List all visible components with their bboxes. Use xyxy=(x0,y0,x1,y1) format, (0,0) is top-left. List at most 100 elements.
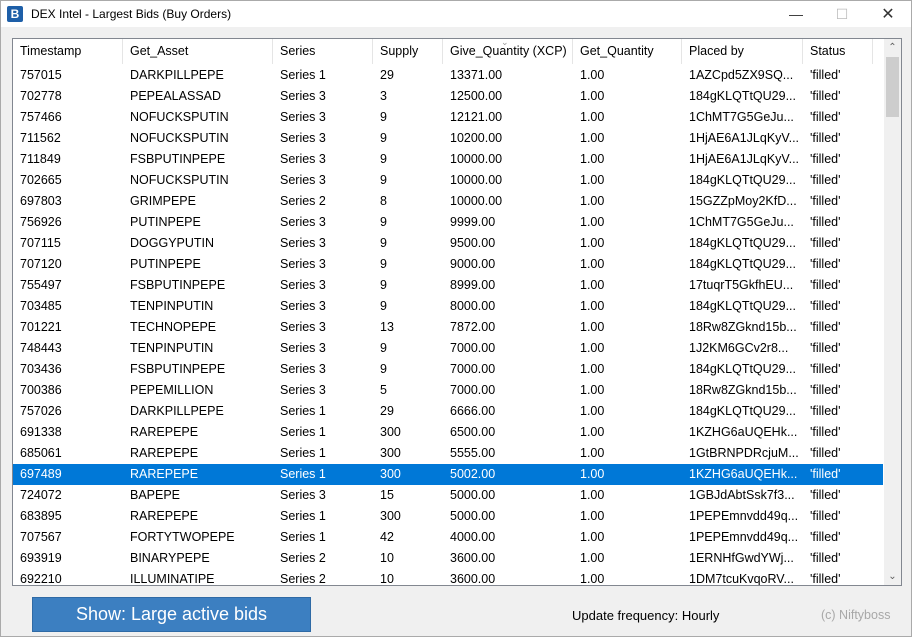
scroll-up-icon[interactable]: ⌃ xyxy=(884,39,901,56)
scroll-down-icon[interactable]: ⌄ xyxy=(884,568,901,585)
table-row[interactable]: 692210 ILLUMINATIPE Series 2 10 3600.00 1.00 1… xyxy=(13,569,883,586)
table-row[interactable]: 697803 GRIMPEPE Series 2 8 10000.00 1.00 15GZZ… xyxy=(13,191,883,212)
table-row[interactable]: 693919 BINARYPEPE Series 2 10 3600.00 1.00 1ER… xyxy=(13,548,883,569)
table-row[interactable]: 755497 FSBPUTINPEPE Series 3 9 8999.00 1.00 17… xyxy=(13,275,883,296)
table-row[interactable]: 748443 TENPINPUTIN Series 3 9 7000.00 1.00 1J2… xyxy=(13,338,883,359)
timestamp-cell: 700386 xyxy=(20,383,62,397)
get-quantity-cell: 1.00 xyxy=(580,236,605,250)
table-row[interactable]: 702778 PEPEALASSAD Series 3 3 12500.00 1.00 18… xyxy=(13,86,883,107)
show-active-bids-button[interactable]: Show: Large active bids xyxy=(32,597,311,632)
scrollbar-thumb[interactable] xyxy=(886,57,899,117)
timestamp-cell: 755497 xyxy=(20,278,62,292)
copyright-label: (c) Niftyboss xyxy=(821,608,891,622)
supply-cell: 42 xyxy=(380,530,394,544)
placed-by-cell: 1KZHG6aUQEHk... xyxy=(689,467,798,481)
give-quantity-cell: 10200.00 xyxy=(450,131,503,145)
get-asset-cell: PUTINPEPE xyxy=(130,257,201,271)
get-asset-cell: FSBPUTINPEPE xyxy=(130,152,226,166)
timestamp-cell: 711849 xyxy=(20,152,61,166)
close-button[interactable]: ✕ xyxy=(865,1,911,27)
get-quantity-cell: 1.00 xyxy=(580,446,605,460)
vertical-scrollbar[interactable]: ⌃ ⌄ xyxy=(884,39,901,585)
column-header-series[interactable]: Series xyxy=(273,39,373,64)
get-asset-cell: RAREPEPE xyxy=(130,425,199,439)
get-asset-cell: PUTINPEPE xyxy=(130,215,201,229)
timestamp-cell: 757026 xyxy=(20,404,62,418)
table-row[interactable]: 685061 RAREPEPE Series 1 300 5555.00 1.00 1GtB… xyxy=(13,443,883,464)
get-quantity-cell: 1.00 xyxy=(580,131,605,145)
supply-cell: 29 xyxy=(380,68,394,82)
get-asset-cell: GRIMPEPE xyxy=(130,194,196,208)
series-cell: Series 3 xyxy=(280,110,326,124)
timestamp-cell: 707120 xyxy=(20,257,62,271)
series-cell: Series 1 xyxy=(280,446,326,460)
column-header-get-quantity[interactable]: Get_Quantity xyxy=(573,39,682,64)
column-header-give-quantity[interactable]: ⌄ Give_Quantity (XCP) xyxy=(443,39,573,64)
give-quantity-cell: 5000.00 xyxy=(450,509,496,523)
maximize-button[interactable]: ☐ xyxy=(819,1,865,27)
table-row[interactable]: 703485 TENPINPUTIN Series 3 9 8000.00 1.00 184… xyxy=(13,296,883,317)
table-row[interactable]: 756926 PUTINPEPE Series 3 9 9999.00 1.00 1ChMT… xyxy=(13,212,883,233)
table-row[interactable]: 707120 PUTINPEPE Series 3 9 9000.00 1.00 184gK… xyxy=(13,254,883,275)
table-row[interactable]: 700386 PEPEMILLION Series 3 5 7000.00 1.00 18R… xyxy=(13,380,883,401)
table-row[interactable]: 757026 DARKPILLPEPE Series 1 29 6666.00 1.00 1… xyxy=(13,401,883,422)
timestamp-cell: 756926 xyxy=(20,215,62,229)
table-row[interactable]: 711849 FSBPUTINPEPE Series 3 9 10000.00 1.00 1… xyxy=(13,149,883,170)
series-cell: Series 3 xyxy=(280,341,326,355)
placed-by-cell: 1PEPEmnvdd49q... xyxy=(689,530,799,544)
table-row[interactable]: 703436 FSBPUTINPEPE Series 3 9 7000.00 1.00 18… xyxy=(13,359,883,380)
give-quantity-cell: 7872.00 xyxy=(450,320,496,334)
give-quantity-cell: 4000.00 xyxy=(450,530,496,544)
get-asset-cell: DARKPILLPEPE xyxy=(130,68,224,82)
table-row[interactable]: 757015 DARKPILLPEPE Series 1 29 13371.00 1.00… xyxy=(13,65,883,86)
give-quantity-cell: 8000.00 xyxy=(450,299,496,313)
table-row[interactable]: 683895 RAREPEPE Series 1 300 5000.00 1.00 1PEP… xyxy=(13,506,883,527)
minimize-button[interactable]: — xyxy=(773,1,819,27)
status-cell: 'filled' xyxy=(810,278,841,292)
supply-cell: 9 xyxy=(380,131,387,145)
table-row[interactable]: 697489 RAREPEPE Series 1 300 5002.00 1.00 1KZH… xyxy=(13,464,883,485)
give-quantity-cell: 12121.00 xyxy=(450,110,503,124)
title-bar[interactable]: B DEX Intel - Largest Bids (Buy Orders) … xyxy=(1,1,911,27)
supply-cell: 9 xyxy=(380,215,387,229)
get-quantity-cell: 1.00 xyxy=(580,551,605,565)
give-quantity-cell: 9000.00 xyxy=(450,257,496,271)
supply-cell: 15 xyxy=(380,488,394,502)
get-quantity-cell: 1.00 xyxy=(580,215,605,229)
column-header-timestamp[interactable]: Timestamp xyxy=(13,39,123,64)
get-asset-cell: PEPEMILLION xyxy=(130,383,214,397)
status-cell: 'filled' xyxy=(810,236,841,250)
placed-by-cell: 1ChMT7G5GeJu... xyxy=(689,215,794,229)
column-header-supply[interactable]: Supply xyxy=(373,39,443,64)
placed-by-cell: 17tuqrT5GkfhEU... xyxy=(689,278,794,292)
series-cell: Series 2 xyxy=(280,572,326,586)
table-row[interactable]: 707567 FORTYTWOPEPE Series 1 42 4000.00 1.00 1… xyxy=(13,527,883,548)
column-header-placed-by[interactable]: Placed by xyxy=(682,39,803,64)
get-quantity-cell: 1.00 xyxy=(580,404,605,418)
placed-by-cell: 18Rw8ZGknd15b... xyxy=(689,320,797,334)
timestamp-cell: 685061 xyxy=(20,446,62,460)
timestamp-cell: 757466 xyxy=(20,110,62,124)
table-row[interactable]: 707115 DOGGYPUTIN Series 3 9 9500.00 1.00 184g… xyxy=(13,233,883,254)
supply-cell: 9 xyxy=(380,257,387,271)
status-cell: 'filled' xyxy=(810,425,841,439)
get-asset-cell: ILLUMINATIPE xyxy=(130,572,215,586)
get-quantity-cell: 1.00 xyxy=(580,362,605,376)
column-header-status[interactable]: Status xyxy=(803,39,873,64)
series-cell: Series 1 xyxy=(280,530,326,544)
get-asset-cell: TENPINPUTIN xyxy=(130,341,214,355)
supply-cell: 9 xyxy=(380,173,387,187)
give-quantity-cell: 13371.00 xyxy=(450,68,503,82)
table-row[interactable]: 691338 RAREPEPE Series 1 300 6500.00 1.00 1KZH… xyxy=(13,422,883,443)
table-row[interactable]: 724072 BAPEPE Series 3 15 5000.00 1.00 1GBJdAb… xyxy=(13,485,883,506)
column-header-get-asset[interactable]: Get_Asset xyxy=(123,39,273,64)
table-row[interactable]: 757466 NOFUCKSPUTIN Series 3 9 12121.00 1.00 1… xyxy=(13,107,883,128)
table-row[interactable]: 711562 NOFUCKSPUTIN Series 3 9 10200.00 1.00 1… xyxy=(13,128,883,149)
timestamp-cell: 757015 xyxy=(20,68,62,82)
get-asset-cell: FORTYTWOPEPE xyxy=(130,530,235,544)
table-row[interactable]: 702665 NOFUCKSPUTIN Series 3 9 10000.00 1.00 1… xyxy=(13,170,883,191)
table-row[interactable]: 701221 TECHNOPEPE Series 3 13 7872.00 1.00 18R… xyxy=(13,317,883,338)
status-cell: 'filled' xyxy=(810,509,841,523)
timestamp-cell: 711562 xyxy=(20,131,61,145)
series-cell: Series 3 xyxy=(280,362,326,376)
